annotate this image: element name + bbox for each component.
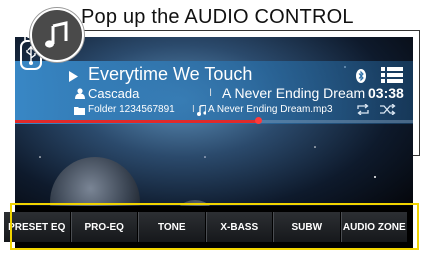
elapsed-time: 03:38 (368, 85, 404, 101)
folder-icon (74, 107, 85, 115)
folder-name: Folder 1234567891 (88, 104, 175, 115)
play-icon (69, 71, 78, 82)
person-icon (75, 88, 85, 99)
bluetooth-icon (356, 69, 366, 83)
callout-badge (30, 8, 84, 62)
folder-file-separator: I (192, 104, 195, 115)
highlight-frame (10, 203, 419, 250)
track-title: Everytime We Touch (88, 64, 253, 84)
callout-text: Pop up the AUDIO CONTROL (81, 6, 354, 28)
progress-fill (15, 120, 258, 123)
music-note-icon (45, 21, 68, 48)
progress-knob[interactable] (254, 117, 262, 124)
shuffle-icon[interactable] (380, 104, 396, 115)
list-icon[interactable] (381, 67, 403, 83)
file-name: A Never Ending Dream.mp3 (208, 104, 333, 115)
callout-leader-right (419, 30, 420, 155)
music-file-icon (197, 105, 206, 116)
callout-leader-top (80, 30, 420, 31)
repeat-icon[interactable] (356, 104, 370, 115)
artist-name: Cascada (88, 86, 140, 101)
album-name: A Never Ending Dream (222, 85, 366, 101)
progress-bar[interactable] (15, 117, 413, 124)
artist-album-separator: I (209, 87, 213, 99)
